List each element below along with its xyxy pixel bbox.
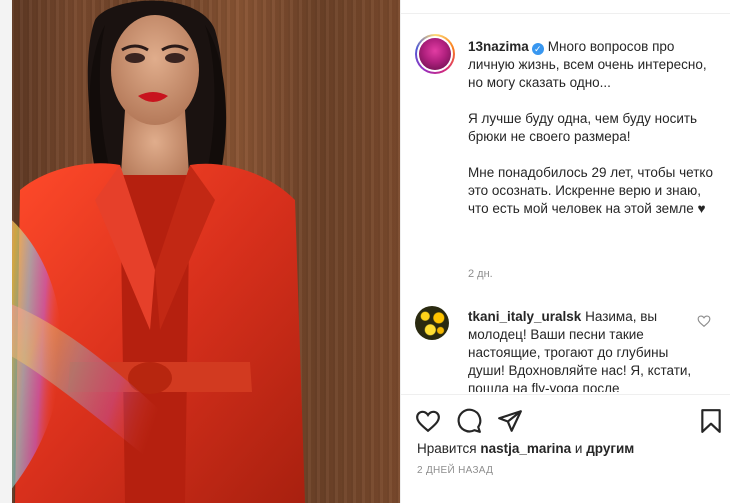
verified-badge-icon: ✓ — [531, 43, 544, 55]
caption-timestamp[interactable]: 2 дн. — [468, 268, 493, 280]
caption-paragraph-2: Я лучше буду одна, чем буду носить брюки… — [468, 111, 698, 144]
comment-text: tkani_italy_uralsk Назима, вы молодец! В… — [468, 309, 692, 392]
commenter-avatar-icon[interactable] — [415, 306, 449, 340]
post-date[interactable]: 2 дней назад — [417, 465, 493, 476]
photo-left-border — [0, 0, 12, 503]
instagram-post: 13nazima ✓ Много вопросов про личную жизнь… — [0, 0, 730, 503]
likes-summary: Нравится nastja_marina и другим — [417, 441, 635, 456]
caption-text: 13nazima ✓ Много вопросов про личную жизнь… — [468, 38, 718, 236]
share-icon[interactable] — [497, 408, 523, 434]
woman-in-red-coat-illustration — [0, 0, 305, 503]
bookmark-icon[interactable] — [698, 408, 724, 434]
comment-icon[interactable] — [456, 408, 482, 434]
profile-avatar-icon[interactable] — [415, 34, 455, 74]
author-username[interactable]: 13nazima — [468, 39, 529, 54]
panel-header-divider — [401, 0, 730, 14]
liker-username[interactable]: nastja_marina — [480, 441, 571, 456]
comment-like-heart-icon[interactable] — [697, 314, 711, 328]
post-photo[interactable] — [0, 0, 400, 503]
others-link[interactable]: другим — [586, 441, 634, 456]
heart-icon[interactable] — [415, 408, 441, 434]
caption-paragraph-1: 13nazima ✓ Много вопросов про личную жизнь… — [468, 39, 707, 90]
caption-paragraph-3: Мне понадобилось 29 лет, чтобы четко это… — [468, 165, 713, 216]
post-side-panel: 13nazima ✓ Много вопросов про личную жизнь… — [400, 0, 730, 503]
commenter-username[interactable]: tkani_italy_uralsk — [468, 309, 581, 324]
post-actions-bar: Нравится nastja_marina и другим 2 дней н… — [401, 394, 730, 503]
